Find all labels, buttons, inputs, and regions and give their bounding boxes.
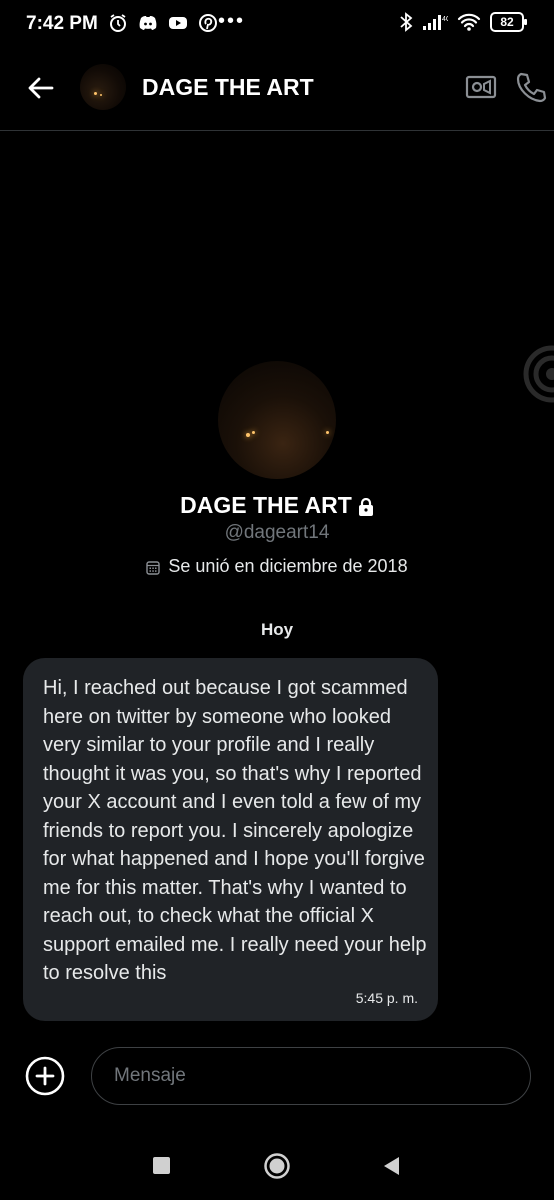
pinterest-icon xyxy=(199,14,217,32)
header-title[interactable]: DAGE THE ART xyxy=(142,74,314,101)
wifi-icon xyxy=(457,13,481,31)
day-separator: Hoy xyxy=(260,620,294,639)
message-bubble[interactable]: Hi, I reached out because I got scammed … xyxy=(23,658,438,1021)
battery-indicator: 82 xyxy=(490,12,527,32)
youtube-icon xyxy=(169,17,187,29)
message-composer[interactable] xyxy=(91,1047,531,1105)
profile-name-text: DAGE THE ART xyxy=(180,492,352,518)
discord-icon xyxy=(139,16,157,30)
lock-icon xyxy=(358,497,373,516)
signal-icon: 4G xyxy=(423,15,448,30)
profile-avatar[interactable] xyxy=(218,361,336,479)
nav-back-icon[interactable] xyxy=(381,1155,401,1177)
floating-assist-ring-icon[interactable] xyxy=(522,344,554,404)
alarm-icon xyxy=(110,14,126,32)
message-timestamp: 5:45 p. m. xyxy=(355,990,418,1006)
phone-icon[interactable] xyxy=(514,70,548,104)
back-arrow-icon[interactable] xyxy=(26,73,56,103)
status-system-icons: 4G 82 xyxy=(399,12,527,32)
status-bar: 7:42 PM ••• 4G 82 xyxy=(0,0,554,50)
bluetooth-icon xyxy=(400,12,413,32)
joined-date: Se unió en diciembre de 2018 xyxy=(0,556,554,577)
message-text: Hi, I reached out because I got scammed … xyxy=(43,677,427,984)
calendar-icon xyxy=(146,561,161,575)
home-button-icon[interactable] xyxy=(263,1152,291,1180)
message-input[interactable] xyxy=(112,1064,496,1088)
add-media-icon[interactable] xyxy=(24,1055,66,1097)
conversation-header: DAGE THE ART xyxy=(0,50,554,131)
svg-text:4G: 4G xyxy=(442,16,448,23)
status-more-icon: ••• xyxy=(218,10,246,32)
profile-handle: @dageart14 xyxy=(224,522,330,543)
status-time: 7:42 PM xyxy=(26,13,98,34)
status-notification-icons xyxy=(108,13,218,33)
header-avatar[interactable] xyxy=(80,64,126,110)
recents-button[interactable] xyxy=(153,1157,170,1174)
profile-name[interactable]: DAGE THE ART xyxy=(0,492,554,519)
video-call-icon[interactable] xyxy=(465,73,497,101)
joined-text: Se unió en diciembre de 2018 xyxy=(168,556,408,576)
